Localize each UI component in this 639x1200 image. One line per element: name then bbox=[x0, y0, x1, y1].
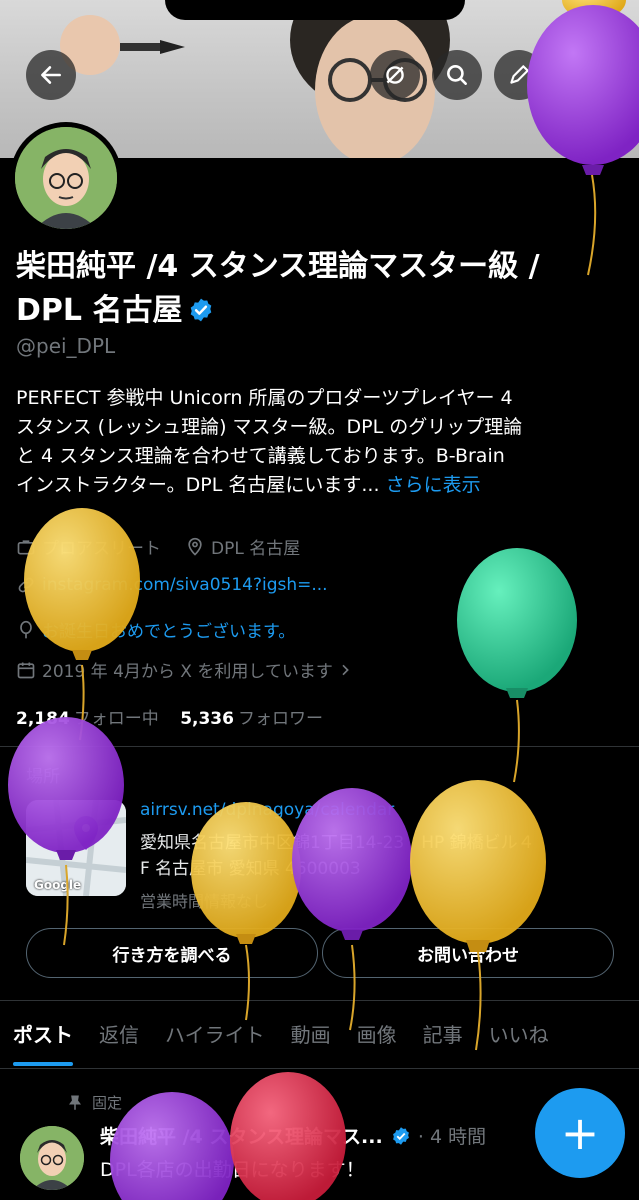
profile-meta-website: instagram.com/siva0514?igsh=... bbox=[16, 575, 328, 595]
following-count: 2,184 bbox=[16, 709, 70, 729]
back-button[interactable] bbox=[26, 50, 76, 100]
profile-name-line2-wrap: DPL 名古屋 bbox=[16, 289, 616, 333]
tabs-divider bbox=[0, 1068, 639, 1069]
dart-hand-illustration bbox=[60, 15, 185, 75]
chevron-right-icon bbox=[342, 664, 349, 675]
slash-circle-icon bbox=[386, 66, 404, 84]
bio-line: と 4 スタンス理論を合わせて講義しております。B-Brain bbox=[16, 445, 505, 467]
verified-badge-icon bbox=[393, 1127, 410, 1145]
phone-notch bbox=[165, 0, 465, 20]
avatar-face bbox=[15, 127, 117, 229]
briefcase-icon bbox=[17, 539, 35, 554]
balloon-yellow-right bbox=[410, 780, 546, 1051]
place-address: 愛知県名古屋市中区錦1丁目14-23 HP 錦橋ビル４ F 名古屋市 愛知県 4… bbox=[140, 830, 610, 882]
follow-stats: 2,184 フォロー中 5,336 フォロワー bbox=[16, 704, 323, 729]
place-hours: 営業時間情報なし bbox=[140, 892, 269, 911]
bio-line: スタンス (レッシュ理論) マスター級。DPL のグリップ理論 bbox=[16, 416, 523, 438]
profile-category: プロアスリート bbox=[42, 539, 161, 559]
tab-likes[interactable]: いいね bbox=[476, 1012, 562, 1068]
address-line: F 名古屋市 愛知県 4600003 bbox=[140, 859, 361, 879]
show-more-link[interactable]: さらに表示 bbox=[386, 474, 481, 496]
post-text: DPL各店の出勤日になります！ bbox=[100, 1159, 365, 1181]
contact-button[interactable]: お問い合わせ bbox=[322, 928, 614, 978]
section-divider bbox=[0, 746, 639, 747]
profile-avatar[interactable] bbox=[10, 122, 122, 234]
search-button[interactable] bbox=[432, 50, 482, 100]
place-section-title: 場所 bbox=[26, 767, 60, 787]
followers-link[interactable]: 5,336 フォロワー bbox=[180, 709, 323, 729]
post-avatar[interactable] bbox=[20, 1126, 84, 1190]
pinned-indicator: 固定 bbox=[66, 1092, 122, 1113]
following-link[interactable]: 2,184 フォロー中 bbox=[16, 709, 159, 729]
profile-tabs: ポスト 返信 ハイライト 動画 画像 記事 いいね bbox=[0, 1012, 639, 1068]
profile-website-link[interactable]: instagram.com/siva0514?igsh=... bbox=[42, 575, 328, 595]
map-thumbnail[interactable]: Google bbox=[26, 800, 126, 896]
bio-line: インストラクター。DPL 名古屋にいます... bbox=[16, 474, 380, 496]
tab-videos[interactable]: 動画 bbox=[278, 1012, 344, 1068]
search-icon bbox=[447, 65, 467, 85]
profile-name-line2: DPL 名古屋 bbox=[16, 293, 183, 328]
profile-location: DPL 名古屋 bbox=[211, 539, 301, 559]
profile-bio: PERFECT 参戦中 Unicorn 所属のプロダーツプレイヤー 4 スタンス… bbox=[16, 384, 626, 500]
bio-line-last: インストラクター。DPL 名古屋にいます... さらに表示 bbox=[16, 471, 626, 500]
post-avatar-face bbox=[20, 1126, 84, 1190]
compose-button[interactable]: + bbox=[535, 1088, 625, 1178]
tab-highlights[interactable]: ハイライト bbox=[152, 1012, 278, 1068]
avatar-illustration bbox=[15, 127, 117, 229]
birthday-message[interactable]: お誕生日おめでとうございます。 bbox=[42, 617, 295, 642]
verified-badge-icon[interactable] bbox=[188, 297, 214, 323]
post-time: · 4 時間 bbox=[417, 1126, 487, 1148]
profile-name-line1: 柴田純平 /4 スタンス理論マスター級 / bbox=[16, 249, 540, 284]
profile-meta-category-location: プロアスリート DPL 名古屋 bbox=[16, 534, 300, 559]
place-reservation-link[interactable]: airrsv.net/dplnagoya/calendar bbox=[140, 800, 394, 820]
directions-button[interactable]: 行き方を調べる bbox=[26, 928, 318, 978]
pen-icon bbox=[510, 65, 529, 84]
profile-handle: @pei_DPL bbox=[16, 334, 116, 358]
share-button[interactable] bbox=[556, 50, 606, 100]
tab-articles[interactable]: 記事 bbox=[410, 1012, 476, 1068]
pin-icon bbox=[69, 1095, 81, 1110]
share-icon bbox=[572, 64, 590, 85]
map-brand-label: Google bbox=[34, 878, 82, 892]
following-label: フォロー中 bbox=[73, 709, 159, 729]
address-line: 愛知県名古屋市中区錦1丁目14-23 HP 錦橋ビル４ bbox=[140, 833, 535, 853]
grok-button[interactable] bbox=[370, 50, 420, 100]
link-icon bbox=[18, 577, 34, 593]
profile-meta-joined[interactable]: 2019 年 4月から X を利用しています bbox=[16, 657, 359, 682]
tab-images[interactable]: 画像 bbox=[344, 1012, 410, 1068]
tab-replies[interactable]: 返信 bbox=[86, 1012, 152, 1068]
profile-meta-birthday: お誕生日おめでとうございます。 bbox=[16, 617, 295, 642]
location-pin-icon bbox=[188, 537, 202, 556]
bio-line: PERFECT 参戦中 Unicorn 所属のプロダーツプレイヤー 4 bbox=[16, 387, 513, 409]
section-divider bbox=[0, 1000, 639, 1001]
post-header: 柴田純平 /4 スタンス理論マス... · 4 時間 bbox=[100, 1122, 486, 1149]
arrow-left-icon bbox=[41, 66, 61, 84]
balloon-icon bbox=[20, 620, 32, 638]
followers-label: フォロワー bbox=[237, 709, 323, 729]
balloon-purple-center bbox=[292, 788, 412, 1031]
calendar-icon bbox=[17, 662, 35, 678]
profile-name: 柴田純平 /4 スタンス理論マスター級 / DPL 名古屋 bbox=[16, 245, 616, 333]
followers-count: 5,336 bbox=[180, 709, 234, 729]
joined-date: 2019 年 4月から X を利用しています bbox=[42, 662, 333, 682]
pinned-label: 固定 bbox=[92, 1094, 123, 1112]
tab-posts[interactable]: ポスト bbox=[0, 1012, 86, 1068]
edit-button[interactable] bbox=[494, 50, 544, 100]
post-author[interactable]: 柴田純平 /4 スタンス理論マス... bbox=[100, 1126, 383, 1148]
